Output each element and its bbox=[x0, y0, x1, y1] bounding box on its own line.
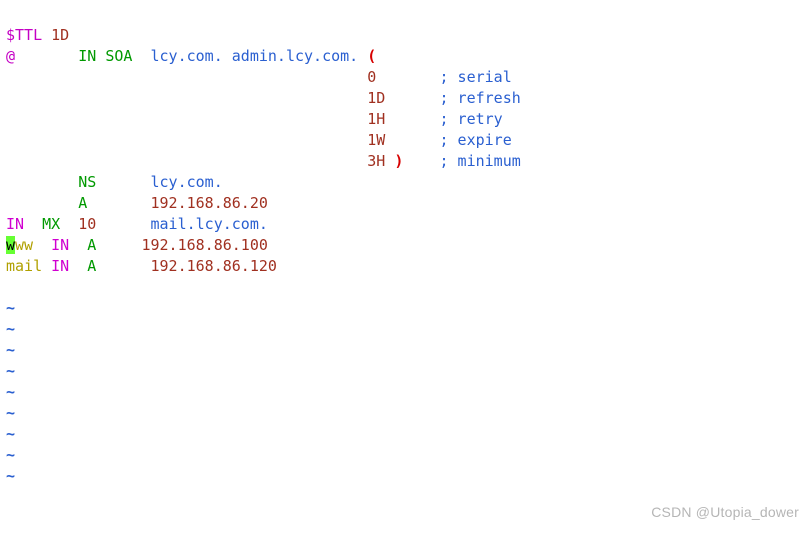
retry-label: retry bbox=[458, 110, 503, 128]
paren-open: ( bbox=[367, 47, 376, 65]
www-record: www IN A 192.168.86.100 bbox=[6, 236, 268, 254]
ns-value: lcy.com. bbox=[151, 173, 223, 191]
serial-value: 0 bbox=[367, 68, 376, 86]
class-in: IN bbox=[78, 47, 96, 65]
a-ip: 192.168.86.20 bbox=[151, 194, 268, 212]
retry-value: 1H bbox=[367, 110, 385, 128]
type-a: A bbox=[78, 194, 87, 212]
type-mx: MX bbox=[42, 215, 60, 233]
ttl-directive: $TTL bbox=[6, 26, 42, 44]
soa-retry: 1H ; retry bbox=[6, 110, 503, 128]
origin-at: @ bbox=[6, 47, 15, 65]
www-ip: 192.168.86.100 bbox=[141, 236, 267, 254]
host-mail: mail bbox=[6, 257, 42, 275]
ttl-line: $TTL 1D bbox=[6, 26, 69, 44]
mail-record: mail IN A 192.168.86.120 bbox=[6, 257, 277, 275]
ns-record: NS lcy.com. bbox=[6, 173, 223, 191]
class-in: IN bbox=[6, 215, 24, 233]
type-soa: SOA bbox=[105, 47, 132, 65]
dns-zone-file-editor[interactable]: $TTL 1D @ IN SOA lcy.com. admin.lcy.com.… bbox=[0, 0, 811, 491]
serial-label: serial bbox=[458, 68, 512, 86]
cursor: w bbox=[6, 236, 15, 254]
mx-priority: 10 bbox=[78, 215, 96, 233]
mx-value: mail.lcy.com. bbox=[151, 215, 268, 233]
expire-label: expire bbox=[458, 131, 512, 149]
soa-serial: 0 ; serial bbox=[6, 68, 512, 86]
empty-line bbox=[6, 278, 15, 296]
a-record: A 192.168.86.20 bbox=[6, 194, 268, 212]
refresh-label: refresh bbox=[458, 89, 521, 107]
comment-sep: ; bbox=[439, 89, 448, 107]
type-a: A bbox=[87, 257, 96, 275]
vim-tilde: ~ bbox=[6, 320, 15, 338]
minimum-label: minimum bbox=[458, 152, 521, 170]
soa-expire: 1W ; expire bbox=[6, 131, 512, 149]
type-ns: NS bbox=[78, 173, 96, 191]
ttl-value: 1D bbox=[51, 26, 69, 44]
mail-ip: 192.168.86.120 bbox=[151, 257, 277, 275]
vim-tilde: ~ bbox=[6, 299, 15, 317]
type-a: A bbox=[87, 236, 96, 254]
vim-tilde: ~ bbox=[6, 404, 15, 422]
comment-sep: ; bbox=[439, 131, 448, 149]
comment-sep: ; bbox=[439, 68, 448, 86]
soa-line: @ IN SOA lcy.com. admin.lcy.com. ( bbox=[6, 47, 376, 65]
mx-record: IN MX 10 mail.lcy.com. bbox=[6, 215, 268, 233]
vim-tilde: ~ bbox=[6, 467, 15, 485]
vim-tilde: ~ bbox=[6, 341, 15, 359]
expire-value: 1W bbox=[367, 131, 385, 149]
host-www: ww bbox=[15, 236, 33, 254]
comment-sep: ; bbox=[439, 152, 448, 170]
soa-primary: lcy.com. bbox=[151, 47, 223, 65]
vim-tilde: ~ bbox=[6, 362, 15, 380]
vim-tilde: ~ bbox=[6, 425, 15, 443]
class-in: IN bbox=[51, 236, 69, 254]
soa-minimum: 3H ) ; minimum bbox=[6, 152, 521, 170]
paren-close: ) bbox=[394, 152, 403, 170]
soa-refresh: 1D ; refresh bbox=[6, 89, 521, 107]
class-in: IN bbox=[51, 257, 69, 275]
refresh-value: 1D bbox=[367, 89, 385, 107]
vim-tilde: ~ bbox=[6, 383, 15, 401]
soa-admin: admin.lcy.com. bbox=[232, 47, 358, 65]
minimum-value: 3H bbox=[367, 152, 385, 170]
watermark: CSDN @Utopia_dower bbox=[651, 502, 799, 523]
comment-sep: ; bbox=[439, 110, 448, 128]
vim-tilde: ~ bbox=[6, 446, 15, 464]
